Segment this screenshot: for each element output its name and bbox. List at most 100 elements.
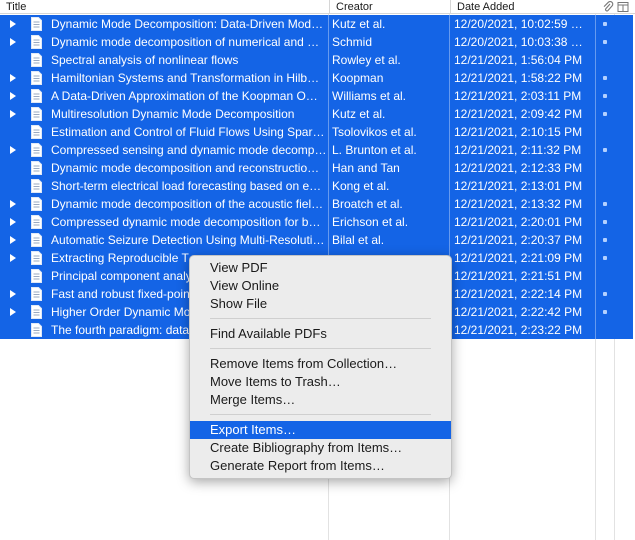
paperclip-icon[interactable] bbox=[602, 1, 614, 13]
cell-divider bbox=[328, 159, 329, 177]
table-row[interactable]: Dynamic mode decomposition of numerical … bbox=[0, 33, 633, 51]
document-icon bbox=[31, 161, 42, 175]
cell-divider bbox=[595, 105, 596, 123]
attachment-indicator-icon[interactable] bbox=[603, 292, 607, 296]
row-date-added: 12/21/2021, 2:12:33 PM bbox=[454, 161, 583, 175]
row-title: Compressed dynamic mode decomposition fo… bbox=[51, 215, 321, 229]
table-row[interactable]: Dynamic mode decomposition and reconstru… bbox=[0, 159, 633, 177]
row-date-added: 12/21/2021, 2:23:22 PM bbox=[454, 323, 583, 337]
disclosure-triangle-icon[interactable] bbox=[10, 20, 16, 28]
attachment-indicator-icon[interactable] bbox=[603, 148, 607, 152]
column-header: Title Creator Date Added bbox=[0, 0, 635, 14]
cell-divider bbox=[449, 105, 450, 123]
cell-divider bbox=[328, 69, 329, 87]
table-row[interactable]: A Data-Driven Approximation of the Koopm… bbox=[0, 87, 633, 105]
menu-item-export-items[interactable]: Export Items… bbox=[190, 421, 451, 439]
table-row[interactable]: Compressed dynamic mode decomposition fo… bbox=[0, 213, 633, 231]
disclosure-triangle-icon[interactable] bbox=[10, 236, 16, 244]
disclosure-triangle-icon[interactable] bbox=[10, 200, 16, 208]
menu-item-generate-report[interactable]: Generate Report from Items… bbox=[190, 457, 451, 475]
row-title: Dynamic Mode Decomposition: Data-Driven … bbox=[51, 17, 324, 31]
cell-divider bbox=[449, 159, 450, 177]
menu-item-find-available-pdfs[interactable]: Find Available PDFs bbox=[190, 325, 451, 343]
cell-divider bbox=[595, 267, 596, 285]
table-row[interactable]: Dynamic mode decomposition of the acoust… bbox=[0, 195, 633, 213]
row-date-added: 12/21/2021, 2:21:51 PM bbox=[454, 269, 583, 283]
cell-divider bbox=[449, 33, 450, 51]
row-date-added: 12/21/2021, 2:22:42 PM bbox=[454, 305, 583, 319]
table-row[interactable]: Spectral analysis of nonlinear flows Rowl… bbox=[0, 51, 633, 69]
disclosure-triangle-icon[interactable] bbox=[10, 218, 16, 226]
cell-divider bbox=[328, 15, 329, 33]
table-row[interactable]: Short-term electrical load forecasting b… bbox=[0, 177, 633, 195]
cell-divider bbox=[595, 303, 596, 321]
column-picker-icon[interactable] bbox=[617, 1, 629, 13]
row-creator: Schmid bbox=[332, 35, 373, 49]
disclosure-triangle-icon[interactable] bbox=[10, 146, 16, 154]
attachment-indicator-icon[interactable] bbox=[603, 112, 607, 116]
row-title: Dynamic mode decomposition of numerical … bbox=[51, 35, 320, 49]
table-row[interactable]: Dynamic Mode Decomposition: Data-Driven … bbox=[0, 15, 633, 33]
row-date-added: 12/21/2021, 2:11:32 PM bbox=[454, 143, 582, 157]
cell-divider bbox=[449, 15, 450, 33]
column-creator[interactable]: Creator bbox=[329, 0, 450, 14]
column-date-added[interactable]: Date Added bbox=[450, 0, 596, 14]
disclosure-triangle-icon[interactable] bbox=[10, 38, 16, 46]
cell-divider bbox=[595, 15, 596, 33]
row-date-added: 12/21/2021, 1:56:04 PM bbox=[454, 53, 583, 67]
table-row[interactable]: Multiresolution Dynamic Mode Decompositi… bbox=[0, 105, 633, 123]
attachment-indicator-icon[interactable] bbox=[603, 238, 607, 242]
row-title: Estimation and Control of Fluid Flows Us… bbox=[51, 125, 325, 139]
disclosure-triangle-icon[interactable] bbox=[10, 290, 16, 298]
row-date-added: 12/21/2021, 2:03:11 PM bbox=[454, 89, 582, 103]
cell-divider bbox=[595, 33, 596, 51]
row-creator: Broatch et al. bbox=[332, 197, 403, 211]
menu-separator bbox=[210, 414, 431, 415]
attachment-indicator-icon[interactable] bbox=[603, 202, 607, 206]
attachment-indicator-icon[interactable] bbox=[603, 40, 607, 44]
table-row[interactable]: Automatic Seizure Detection Using Multi-… bbox=[0, 231, 633, 249]
attachment-indicator-icon[interactable] bbox=[603, 94, 607, 98]
document-icon bbox=[31, 269, 42, 283]
table-row[interactable]: Estimation and Control of Fluid Flows Us… bbox=[0, 123, 633, 141]
disclosure-triangle-icon[interactable] bbox=[10, 254, 16, 262]
row-date-added: 12/21/2021, 2:13:32 PM bbox=[454, 197, 583, 211]
document-icon bbox=[31, 125, 42, 139]
document-icon bbox=[31, 71, 42, 85]
menu-item-create-bibliography[interactable]: Create Bibliography from Items… bbox=[190, 439, 451, 457]
row-creator: Bilal et al. bbox=[332, 233, 385, 247]
disclosure-triangle-icon[interactable] bbox=[10, 110, 16, 118]
table-row[interactable]: Compressed sensing and dynamic mode deco… bbox=[0, 141, 633, 159]
menu-item-view-pdf[interactable]: View PDF bbox=[190, 259, 451, 277]
disclosure-triangle-icon[interactable] bbox=[10, 308, 16, 316]
menu-item-remove-from-collection[interactable]: Remove Items from Collection… bbox=[190, 355, 451, 373]
attachment-indicator-icon[interactable] bbox=[603, 256, 607, 260]
menu-item-move-to-trash[interactable]: Move Items to Trash… bbox=[190, 373, 451, 391]
row-date-added: 12/21/2021, 1:58:22 PM bbox=[454, 71, 583, 85]
document-icon bbox=[31, 179, 42, 193]
cell-divider bbox=[328, 33, 329, 51]
cell-divider bbox=[328, 105, 329, 123]
disclosure-triangle-icon[interactable] bbox=[10, 74, 16, 82]
menu-item-view-online[interactable]: View Online bbox=[190, 277, 451, 295]
attachment-indicator-icon[interactable] bbox=[603, 220, 607, 224]
cell-divider bbox=[328, 213, 329, 231]
row-title: Compressed sensing and dynamic mode deco… bbox=[51, 143, 327, 157]
table-row[interactable]: Hamiltonian Systems and Transformation i… bbox=[0, 69, 633, 87]
cell-divider bbox=[449, 87, 450, 105]
row-title: Dynamic mode decomposition and reconstru… bbox=[51, 161, 320, 175]
cell-divider bbox=[328, 51, 329, 69]
attachment-indicator-icon[interactable] bbox=[603, 22, 607, 26]
column-title[interactable]: Title bbox=[0, 0, 329, 14]
row-date-added: 12/21/2021, 2:13:01 PM bbox=[454, 179, 583, 193]
row-title: Hamiltonian Systems and Transformation i… bbox=[51, 71, 320, 85]
menu-item-merge-items[interactable]: Merge Items… bbox=[190, 391, 451, 409]
disclosure-triangle-icon[interactable] bbox=[10, 92, 16, 100]
menu-item-show-file[interactable]: Show File bbox=[190, 295, 451, 313]
cell-divider bbox=[328, 231, 329, 249]
attachment-indicator-icon[interactable] bbox=[603, 310, 607, 314]
document-icon bbox=[31, 89, 42, 103]
cell-divider bbox=[595, 123, 596, 141]
attachment-indicator-icon[interactable] bbox=[603, 76, 607, 80]
menu-separator bbox=[210, 318, 431, 319]
